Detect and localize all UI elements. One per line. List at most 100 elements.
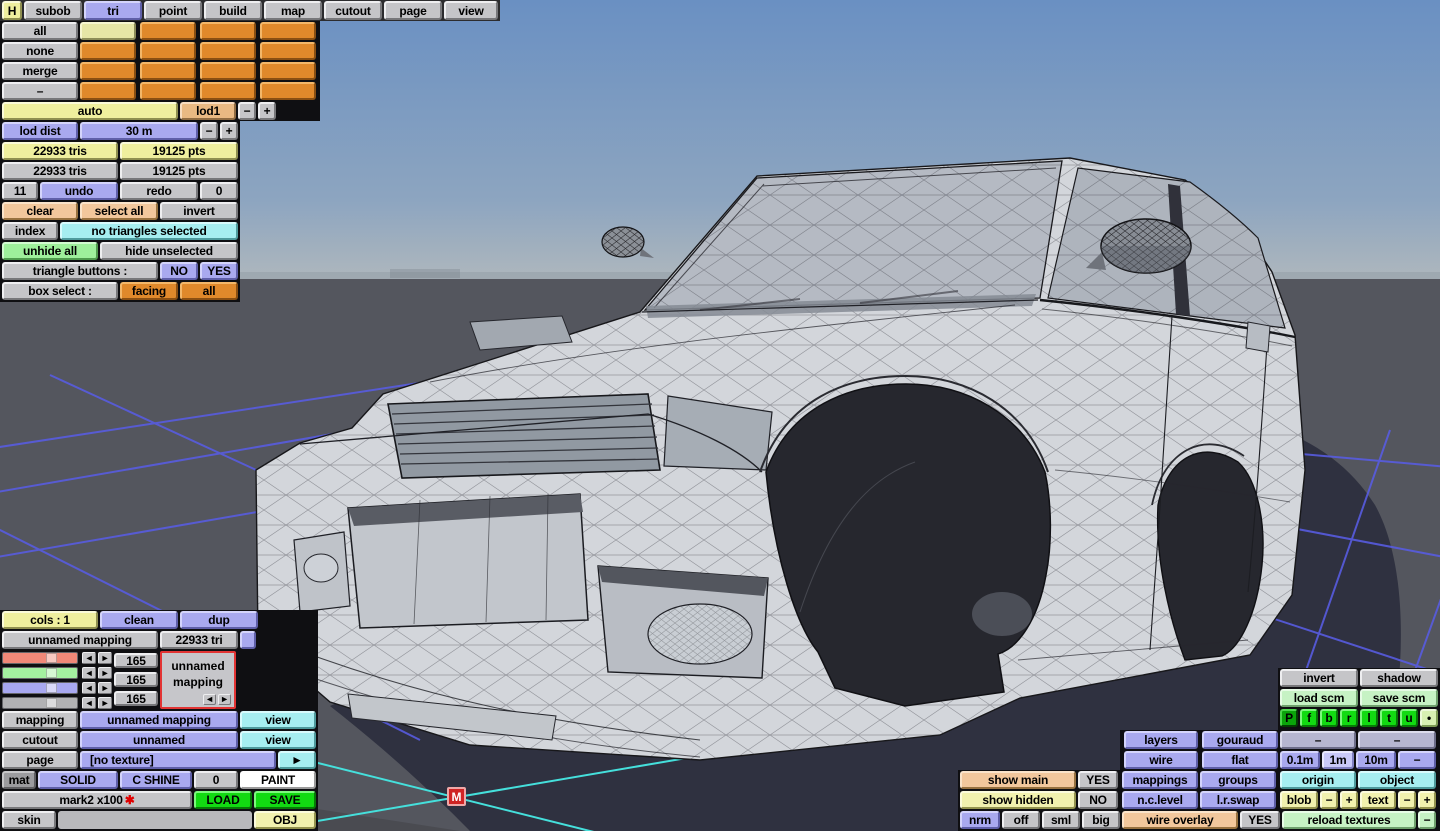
- scheme-t-button[interactable]: t: [1380, 709, 1398, 727]
- flat-button[interactable]: flat: [1202, 751, 1278, 769]
- groups-button[interactable]: groups: [1200, 771, 1276, 789]
- subob-cell[interactable]: [200, 22, 256, 40]
- tab-h[interactable]: H: [2, 1, 22, 20]
- subob-cell[interactable]: [80, 42, 136, 60]
- subob-cell[interactable]: [140, 42, 196, 60]
- lod-dist-plus-button[interactable]: +: [220, 122, 238, 140]
- page-row-value[interactable]: [no texture]: [80, 751, 276, 769]
- origin-button[interactable]: origin: [1280, 771, 1356, 789]
- scheme-l-button[interactable]: l: [1360, 709, 1378, 727]
- wire-overlay-button[interactable]: wire overlay: [1122, 811, 1238, 829]
- paint-button[interactable]: PAINT: [240, 771, 316, 789]
- arrow-left-icon[interactable]: ◄: [203, 694, 216, 705]
- blob-button[interactable]: blob: [1280, 791, 1318, 809]
- shadow-button[interactable]: shadow: [1360, 669, 1438, 687]
- model-filename[interactable]: mark2 x100 ✱: [2, 791, 192, 809]
- subob-cell[interactable]: [200, 42, 256, 60]
- subob-cell[interactable]: [260, 22, 316, 40]
- show-main-button[interactable]: show main: [960, 771, 1076, 789]
- subob-cell-selected[interactable]: [80, 22, 136, 40]
- cutout-row-value[interactable]: unnamed: [80, 731, 238, 749]
- mat-shine-button[interactable]: C SHINE: [120, 771, 192, 789]
- load-button[interactable]: LOAD: [194, 791, 252, 809]
- mapping-row-value[interactable]: unnamed mapping: [80, 711, 238, 729]
- subob-all-button[interactable]: all: [2, 22, 78, 40]
- box-select-all[interactable]: all: [180, 282, 238, 300]
- cutout-view-button[interactable]: view: [240, 731, 316, 749]
- mapping-center-marker[interactable]: M: [447, 787, 466, 806]
- box-select-facing[interactable]: facing: [120, 282, 178, 300]
- mat-shine-value[interactable]: 0: [194, 771, 238, 789]
- load-scm-button[interactable]: load scm: [1280, 689, 1358, 707]
- skin-button[interactable]: skin: [2, 811, 56, 829]
- scheme-b-button[interactable]: b: [1320, 709, 1338, 727]
- wire-button[interactable]: wire: [1124, 751, 1198, 769]
- show-hidden-button[interactable]: show hidden: [960, 791, 1076, 809]
- auto-button[interactable]: auto: [2, 102, 178, 120]
- lod-plus-button[interactable]: +: [258, 102, 276, 120]
- subob-cell[interactable]: [140, 22, 196, 40]
- subob-none-button[interactable]: none: [2, 42, 78, 60]
- layers-button[interactable]: layers: [1124, 731, 1198, 749]
- clean-button[interactable]: clean: [100, 611, 178, 629]
- arrow-left-icon[interactable]: ◄: [82, 652, 96, 664]
- tab-map[interactable]: map: [264, 1, 322, 20]
- hide-unselected-button[interactable]: hide unselected: [100, 242, 238, 260]
- invert-selection-button[interactable]: invert: [160, 202, 238, 220]
- index-button[interactable]: index: [2, 222, 58, 240]
- gouraud-button[interactable]: gouraud: [1202, 731, 1278, 749]
- subob-cell[interactable]: [80, 62, 136, 80]
- blob-minus-button[interactable]: −: [1320, 791, 1338, 809]
- skin-name-field[interactable]: [58, 811, 252, 829]
- mapping-row-label[interactable]: mapping: [2, 711, 78, 729]
- nrm-button[interactable]: nrm: [960, 811, 1000, 829]
- obj-export-button[interactable]: OBJ: [254, 811, 316, 829]
- text-plus-button[interactable]: +: [1418, 791, 1436, 809]
- arrow-left-icon[interactable]: ◄: [82, 667, 96, 679]
- subob-merge-button[interactable]: merge: [2, 62, 78, 80]
- save-button[interactable]: SAVE: [254, 791, 316, 809]
- show-hidden-no[interactable]: NO: [1078, 791, 1118, 809]
- subob-cell[interactable]: [260, 42, 316, 60]
- subob-cell[interactable]: [80, 82, 136, 100]
- lod-dist-value[interactable]: 30 m: [80, 122, 198, 140]
- red-slider[interactable]: [2, 652, 78, 664]
- unhide-all-button[interactable]: unhide all: [2, 242, 98, 260]
- arrow-right-icon[interactable]: ►: [218, 694, 231, 705]
- page-row-label[interactable]: page: [2, 751, 78, 769]
- arrow-right-icon[interactable]: ►: [98, 652, 112, 664]
- arrow-left-icon[interactable]: ◄: [82, 682, 96, 694]
- blob-plus-button[interactable]: +: [1340, 791, 1358, 809]
- dup-button[interactable]: dup: [180, 611, 258, 629]
- blue-slider[interactable]: [2, 682, 78, 694]
- select-all-button[interactable]: select all: [80, 202, 158, 220]
- nrm-off-button[interactable]: off: [1002, 811, 1040, 829]
- mapping-scroll-button[interactable]: [240, 631, 256, 649]
- red-value[interactable]: 165: [114, 653, 158, 668]
- undo-button[interactable]: undo: [40, 182, 118, 200]
- layers-dash2[interactable]: –: [1358, 731, 1436, 749]
- scheme-r-button[interactable]: r: [1340, 709, 1358, 727]
- tab-point[interactable]: point: [144, 1, 202, 20]
- show-main-yes[interactable]: YES: [1078, 771, 1118, 789]
- triangle-buttons-yes[interactable]: YES: [200, 262, 238, 280]
- grid-dash-button[interactable]: −: [1398, 751, 1436, 769]
- green-value[interactable]: 165: [114, 672, 158, 687]
- page-next-button[interactable]: ►: [278, 751, 316, 769]
- mapping-view-button[interactable]: view: [240, 711, 316, 729]
- triangle-buttons-no[interactable]: NO: [160, 262, 198, 280]
- scheme-dot-button[interactable]: •: [1420, 709, 1438, 727]
- subob-cell[interactable]: [140, 62, 196, 80]
- arrow-right-icon[interactable]: ►: [98, 697, 112, 709]
- scheme-u-button[interactable]: u: [1400, 709, 1418, 727]
- nrm-big-button[interactable]: big: [1082, 811, 1120, 829]
- lr-swap-button[interactable]: l.r.swap: [1200, 791, 1276, 809]
- tab-build[interactable]: build: [204, 1, 262, 20]
- arrow-right-icon[interactable]: ►: [98, 682, 112, 694]
- subob-cell[interactable]: [260, 62, 316, 80]
- lod-dist-minus-button[interactable]: −: [200, 122, 218, 140]
- subob-dash-button[interactable]: –: [2, 82, 78, 100]
- mat-solid-button[interactable]: SOLID: [38, 771, 118, 789]
- scheme-f-button[interactable]: f: [1300, 709, 1318, 727]
- blue-value[interactable]: 165: [114, 691, 158, 706]
